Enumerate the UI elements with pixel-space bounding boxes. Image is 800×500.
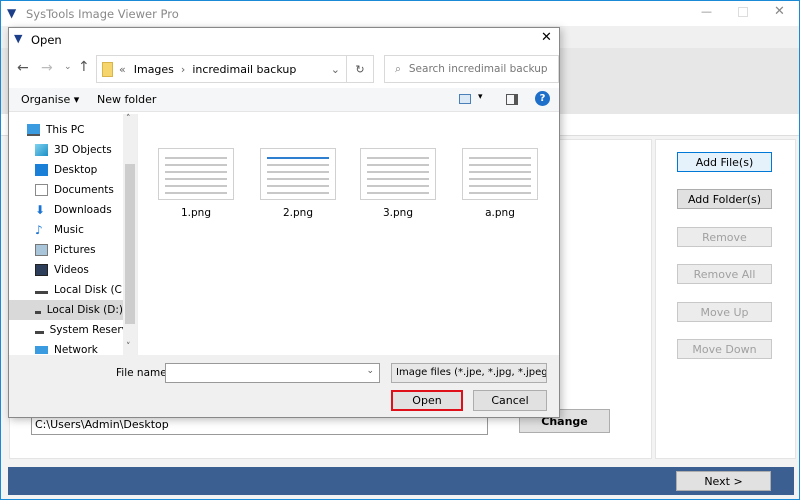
nav-item-label: Desktop (54, 164, 98, 176)
search-input[interactable]: ⌕ Search incredimail backup (384, 55, 559, 83)
preview-pane-icon[interactable] (506, 94, 518, 105)
network-icon (35, 346, 48, 354)
refresh-icon[interactable]: ↻ (346, 56, 373, 82)
remove-button[interactable]: Remove (677, 227, 772, 247)
footer-bar: Next > (8, 467, 794, 495)
up-icon[interactable]: ↑ (78, 59, 90, 75)
remove-all-button[interactable]: Remove All (677, 264, 772, 284)
view-options-icon[interactable] (459, 94, 471, 104)
file-name: a.png (485, 207, 515, 219)
app-title: SysTools Image Viewer Pro (26, 7, 179, 21)
breadcrumb-separator: › (180, 62, 186, 76)
add-folders-button[interactable]: Add Folder(s) (677, 189, 772, 209)
drive-icon (35, 326, 44, 334)
open-dialog: ▼ Open ✕ ← → ⌄ ↑ « Images › incredimail … (8, 27, 560, 418)
file-thumbnail[interactable]: a.png (460, 148, 540, 219)
new-folder-button[interactable]: New folder (97, 93, 156, 106)
file-type-select[interactable]: Image files (*.jpe, *.jpg, *.jpeg, * (391, 363, 547, 383)
recent-dropdown-icon[interactable]: ⌄ (64, 62, 72, 72)
organise-menu[interactable]: Organise ▾ (21, 93, 79, 106)
file-thumbnail[interactable]: 3.png (358, 148, 438, 219)
desktop-icon (35, 164, 48, 176)
address-bar[interactable]: « Images › incredimail backup ⌄ ↻ (96, 55, 374, 83)
image-preview-icon (158, 148, 234, 200)
folder-icon (102, 61, 113, 77)
view-dropdown-icon[interactable]: ▾ (478, 92, 483, 102)
drive-icon (35, 306, 41, 314)
navigation-pane: This PC 3D Objects Desktop Documents ⬇ Downlo… (9, 114, 141, 356)
next-button[interactable]: Next > (676, 471, 771, 491)
dialog-toolbar: Organise ▾ New folder ▾ ? (9, 88, 559, 112)
file-name: 3.png (382, 207, 413, 219)
nav-item-label: Pictures (54, 244, 96, 256)
nav-item-label: Documents (54, 184, 114, 196)
nav-item-label: 3D Objects (54, 144, 112, 156)
add-files-button[interactable]: Add File(s) (677, 152, 772, 172)
nav-item[interactable]: Local Disk (D:) (9, 300, 123, 320)
documents-icon (35, 184, 48, 196)
file-name: 1.png (180, 207, 211, 219)
breadcrumb-images[interactable]: Images (134, 63, 174, 76)
nav-item-label: Local Disk (D:) (46, 304, 123, 316)
help-icon[interactable]: ? (535, 91, 550, 106)
nav-item-label: This PC (46, 124, 85, 136)
file-thumbnail[interactable]: 1.png (156, 148, 236, 219)
dialog-logo-icon: ▼ (14, 32, 23, 45)
filename-label: File name: (116, 367, 171, 379)
file-name: 2.png (282, 207, 313, 219)
move-down-button[interactable]: Move Down (677, 339, 772, 359)
nav-scrollbar[interactable]: ˄ ˅ (123, 114, 137, 355)
close-button[interactable]: ✕ (774, 4, 785, 19)
pictures-icon (35, 244, 48, 256)
file-type-value: Image files (*.jpe, *.jpg, *.jpeg, * (396, 367, 547, 378)
maximize-button[interactable] (738, 7, 748, 17)
search-icon: ⌕ (395, 62, 401, 75)
nav-item-label: Videos (54, 264, 89, 276)
downloads-icon: ⬇ (35, 203, 46, 217)
cancel-button[interactable]: Cancel (473, 390, 547, 411)
address-dropdown-icon[interactable]: ⌄ (331, 63, 340, 76)
pc-icon (27, 124, 40, 136)
nav-item-label: Downloads (54, 204, 112, 216)
file-view: 1.png 2.png 3.png a.png (137, 114, 559, 355)
move-up-button[interactable]: Move Up (677, 302, 772, 322)
nav-item[interactable]: This PC (27, 120, 133, 140)
breadcrumb-current[interactable]: incredimail backup (192, 63, 296, 76)
destination-path-field[interactable]: C:\Users\Admin\Desktop (31, 415, 488, 435)
filename-input[interactable]: ⌄ (165, 363, 380, 383)
image-preview-icon (260, 148, 336, 200)
videos-icon (35, 264, 48, 276)
nav-item-label: Music (54, 224, 84, 236)
overflow-chevron: « (119, 62, 126, 76)
image-preview-icon (360, 148, 436, 200)
drive-icon (35, 286, 48, 294)
search-placeholder: Search incredimail backup (408, 63, 548, 75)
dialog-title: Open (31, 33, 62, 47)
minimize-button[interactable]: — (701, 5, 712, 18)
filename-dropdown-icon[interactable]: ⌄ (366, 366, 374, 376)
dialog-footer: File name: ⌄ Image files (*.jpe, *.jpg, … (9, 355, 559, 417)
organise-label: Organise (21, 93, 71, 106)
nav-scroll-thumb[interactable] (125, 164, 135, 324)
dialog-close-button[interactable]: ✕ (541, 30, 552, 45)
file-thumbnail[interactable]: 2.png (258, 148, 338, 219)
app-logo-icon: ▼ (7, 6, 17, 20)
side-button-panel: Add File(s) Add Folder(s) Remove Remove … (655, 139, 796, 459)
forward-icon[interactable]: → (41, 60, 53, 76)
back-icon[interactable]: ← (17, 60, 29, 76)
3d-objects-icon (35, 144, 48, 156)
open-button[interactable]: Open (391, 390, 463, 411)
app-title-bar: ▼ SysTools Image Viewer Pro — ✕ (1, 1, 799, 26)
music-icon: ♪ (35, 223, 43, 237)
image-preview-icon (462, 148, 538, 200)
nav-item-label: Local Disk (C:) (54, 284, 130, 296)
